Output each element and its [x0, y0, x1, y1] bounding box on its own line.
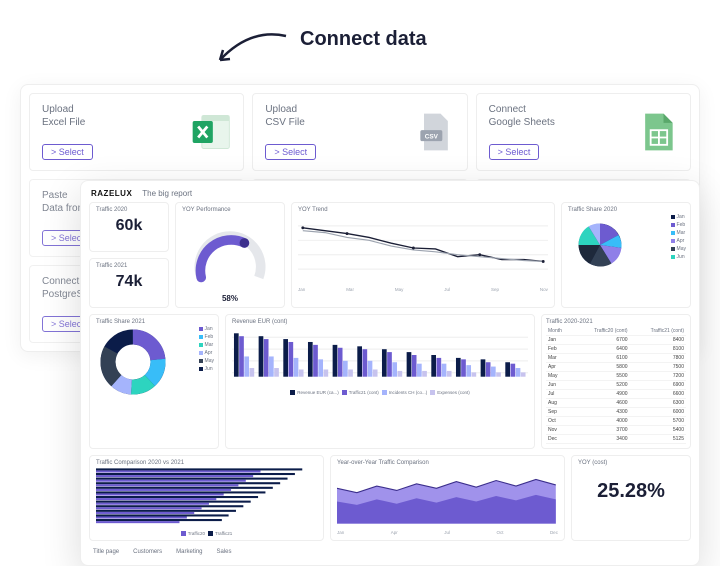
- card-title: Traffic Share 2020: [568, 207, 684, 213]
- legend: Revenue EUR (ca...) Traffic21 (cont) Inc…: [232, 390, 528, 395]
- line-chart: [298, 215, 548, 281]
- datasource-card-sheets: ConnectGoogle Sheets > Select: [476, 93, 691, 171]
- chart-card-comparison: Traffic Comparison 2020 vs 2021 Traffic2…: [89, 455, 324, 541]
- grouped-bar-chart: [232, 327, 528, 383]
- tab-title-page[interactable]: Title page: [93, 549, 119, 555]
- card-title: Revenue EUR (cont): [232, 319, 528, 325]
- table-row: Oct40005700: [546, 417, 686, 426]
- table-row: May55007200: [546, 372, 686, 381]
- tab-sales[interactable]: Sales: [217, 549, 232, 555]
- table-row: Nov37005400: [546, 426, 686, 435]
- table-row: Jan67008400: [546, 336, 686, 345]
- area-chart: [337, 468, 558, 524]
- card-title: Traffic Comparison 2020 vs 2021: [96, 460, 317, 466]
- google-sheets-icon: [636, 110, 680, 154]
- brand-logo: RAZELUX: [91, 189, 132, 198]
- gauge-card-yoy-performance: YOY Performance 58%: [175, 202, 285, 308]
- legend: Jan Feb Mar Apr May Jun: [199, 325, 214, 373]
- traffic-table: Month Traffic20 (cont) Traffic21 (cont) …: [546, 327, 686, 444]
- card-title: Year-over-Year Traffic Comparison: [337, 460, 558, 466]
- card-title: YOY Trend: [298, 207, 548, 213]
- table-row: Dec34005125: [546, 435, 686, 444]
- arrow-icon: [210, 30, 290, 70]
- pie-chart: [570, 215, 630, 275]
- tab-marketing[interactable]: Marketing: [176, 549, 202, 555]
- axis-labels: JanAprJulOctDec: [337, 530, 558, 535]
- stat-value: 25.28%: [578, 480, 684, 503]
- axis-labels: JanMarMayJulSepNov: [298, 287, 548, 292]
- table-row: Mar61007800: [546, 354, 686, 363]
- select-button[interactable]: > Select: [489, 144, 540, 160]
- select-button[interactable]: > Select: [42, 144, 93, 160]
- stat-card-traffic-2021: Traffic 2021 74k: [89, 258, 169, 308]
- stat-value: 60k: [96, 217, 162, 235]
- chart-card-yoy-comparison: Year-over-Year Traffic Comparison JanApr…: [330, 455, 565, 541]
- table-row: Sep43006000: [546, 408, 686, 417]
- hero-label-connect: Connect data: [300, 28, 427, 51]
- card-title: YOY Performance: [182, 207, 278, 213]
- svg-text:CSV: CSV: [424, 133, 438, 140]
- dashboard-tabs: Title page Customers Marketing Sales: [89, 547, 691, 557]
- stat-value: 74k: [96, 273, 162, 291]
- legend: Jan Feb Mar Apr May Jun: [671, 213, 686, 261]
- datasource-card-excel: UploadExcel File > Select: [29, 93, 244, 171]
- table-row: Aug46006300: [546, 399, 686, 408]
- table-row: Feb64008100: [546, 345, 686, 354]
- report-title: The big report: [142, 189, 192, 198]
- table-row: Apr58007500: [546, 363, 686, 372]
- datasource-card-csv: UploadCSV File > Select CSV: [252, 93, 467, 171]
- card-title: Traffic 2020-2021: [546, 319, 686, 325]
- chart-card-share-2020: Traffic Share 2020 Jan Feb Mar Apr May J…: [561, 202, 691, 308]
- legend: Traffic20 Traffic21: [96, 531, 317, 536]
- card-title: Traffic 2020: [96, 207, 162, 213]
- card-title: Traffic Share 2021: [96, 319, 212, 325]
- tab-customers[interactable]: Customers: [133, 549, 162, 555]
- table-row: Jun52006900: [546, 381, 686, 390]
- stat-card-traffic-2020: Traffic 2020 60k: [89, 202, 169, 252]
- chart-card-yoy-trend: YOY Trend JanMarMayJulSepNov: [291, 202, 555, 308]
- card-title: YOY (cost): [578, 460, 684, 466]
- gauge-value: 58%: [182, 294, 278, 303]
- table-row: Jul49006600: [546, 390, 686, 399]
- stat-card-yoy-cost: YOY (cost) 25.28%: [571, 455, 691, 541]
- horizontal-bar-chart: [96, 468, 317, 524]
- csv-file-icon: CSV: [413, 110, 457, 154]
- donut-chart: [98, 327, 168, 397]
- table-card-traffic: Traffic 2020-2021 Month Traffic20 (cont)…: [541, 314, 691, 449]
- card-title: Traffic 2021: [96, 263, 162, 269]
- chart-card-revenue: Revenue EUR (cont) Revenue EUR (ca...) T…: [225, 314, 535, 449]
- select-button[interactable]: > Select: [265, 144, 316, 160]
- dashboard-panel: RAZELUX The big report Traffic 2020 60k …: [80, 180, 700, 566]
- excel-icon: [189, 110, 233, 154]
- chart-card-share-2021: Traffic Share 2021 Jan Feb Mar Apr May J…: [89, 314, 219, 449]
